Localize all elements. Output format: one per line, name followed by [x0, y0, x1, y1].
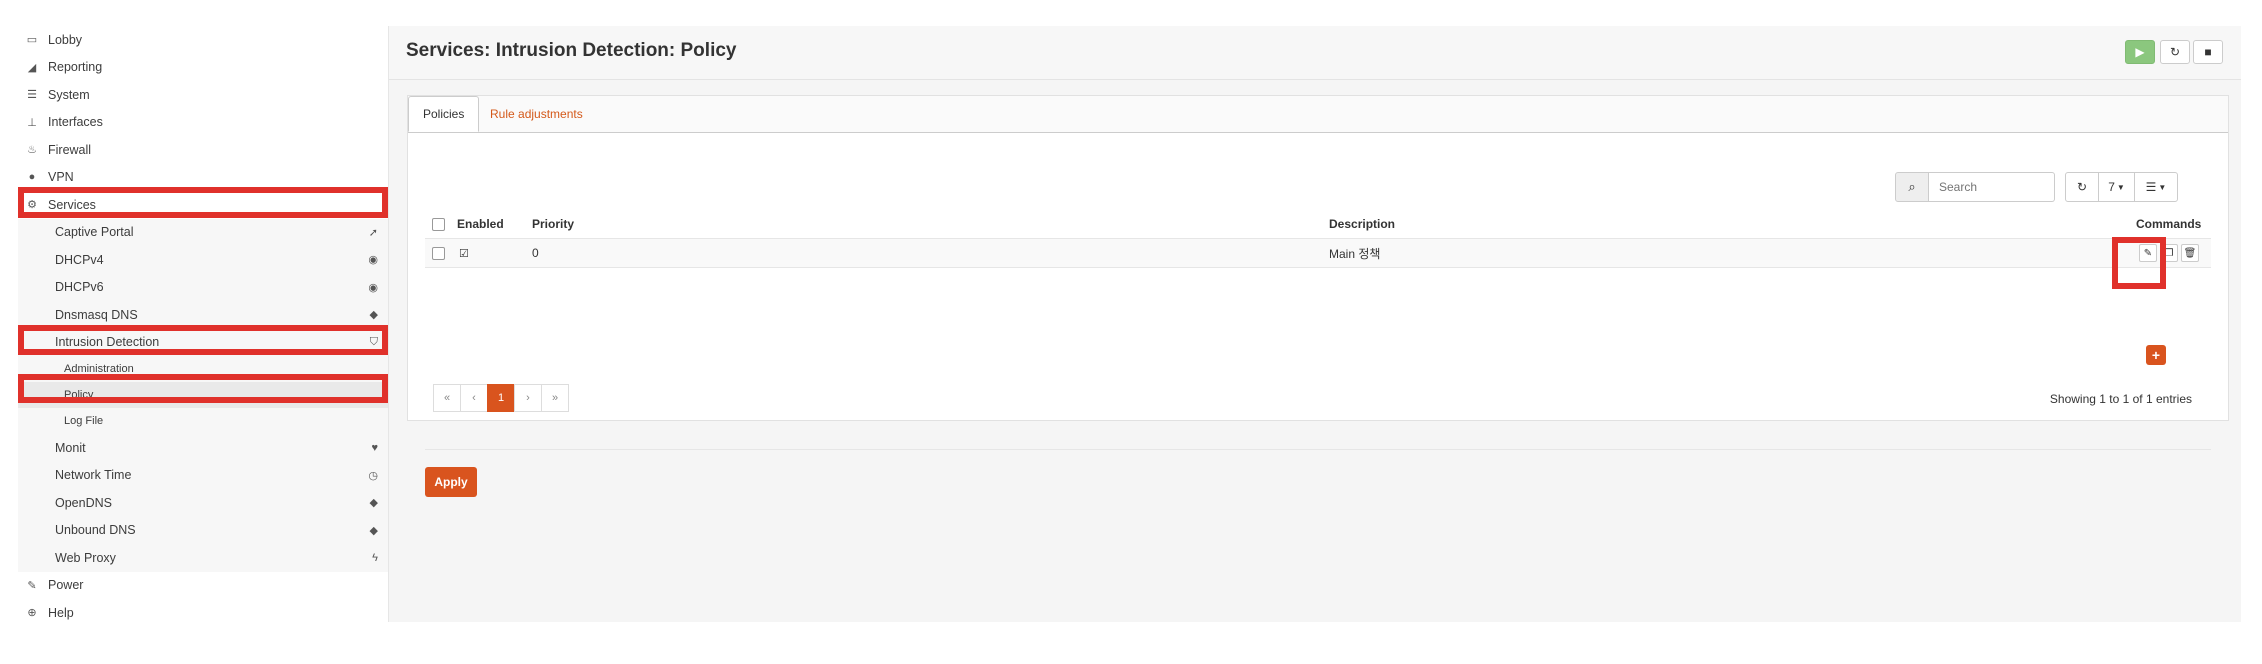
list-icon: ☰: [27, 89, 37, 102]
row-select-checkbox[interactable]: [432, 246, 445, 260]
entries-info: Showing 1 to 1 of 1 entries: [2049, 392, 2192, 406]
table-row[interactable]: ☑ 0 Main 정책 ✎ ❐ 🗑: [425, 239, 2211, 268]
page-header: Services: Intrusion Detection: Policy ▶ …: [389, 26, 2241, 80]
refresh-icon: ↻: [2169, 45, 2181, 59]
globe-icon: ●: [28, 171, 36, 184]
delete-button[interactable]: 🗑: [2181, 244, 2199, 262]
stop-icon: ■: [2204, 45, 2212, 59]
divider: [425, 449, 2211, 450]
tab-bar: Policies Rule adjustments: [408, 96, 2228, 133]
policy-panel: Policies Rule adjustments ⌕ ↻ 7▼ ☰▼ Enab…: [407, 95, 2229, 497]
menu-firewall[interactable]: ♨ Firewall: [18, 136, 388, 164]
page-current[interactable]: 1: [487, 384, 515, 412]
enabled-check-icon[interactable]: ☑: [459, 247, 469, 260]
tab-rule-adjustments[interactable]: Rule adjustments: [476, 96, 597, 132]
col-priority[interactable]: Priority: [532, 217, 574, 231]
menu-dhcpv4[interactable]: DHCPv4 ◉: [18, 246, 388, 274]
area-chart-icon: ◢: [27, 61, 37, 74]
grid-toolbar: ↻ 7 ▼ ☰ ▼: [2065, 172, 2178, 202]
tags-icon: ◆: [369, 309, 378, 322]
menu-web-proxy[interactable]: Web Proxy ϟ: [18, 544, 388, 572]
search-input[interactable]: [1929, 172, 2055, 202]
refresh-icon: ↻: [2076, 180, 2088, 194]
life-ring-icon: ⊕: [27, 607, 37, 620]
paper-plane-icon: ➚: [368, 226, 378, 239]
column-selector-dropdown[interactable]: ☰ ▼: [2134, 172, 2178, 202]
menu-captive-portal[interactable]: Captive Portal ➚: [18, 218, 388, 246]
apply-button[interactable]: Apply: [425, 467, 477, 497]
select-all-checkbox[interactable]: [432, 217, 445, 231]
search-icon: ⌕: [1895, 172, 1929, 202]
menu-help[interactable]: ⊕ Help: [18, 599, 388, 627]
highlight-intrusion-detection: [18, 325, 388, 355]
menu-lobby[interactable]: ▭ Lobby: [18, 26, 388, 54]
highlight-add-button: [2112, 237, 2166, 289]
fire-icon: ♨: [27, 144, 37, 157]
main-panel: Services: Intrusion Detection: Policy ▶ …: [389, 26, 2241, 622]
list-icon: ☰: [2145, 180, 2157, 194]
menu-unbound-dns[interactable]: Unbound DNS ◆: [18, 516, 388, 544]
stop-button[interactable]: ■: [2193, 40, 2223, 64]
refresh-grid-button[interactable]: ↻: [2065, 172, 2099, 202]
page-next[interactable]: ›: [514, 384, 542, 412]
menu-system[interactable]: ☰ System: [18, 81, 388, 109]
page-size-dropdown[interactable]: 7 ▼: [2098, 172, 2135, 202]
trash-icon: 🗑: [2183, 247, 2197, 259]
menu-opendns[interactable]: OpenDNS ◆: [18, 489, 388, 517]
page-last[interactable]: »: [541, 384, 569, 412]
play-icon: ▶: [2135, 45, 2145, 59]
bullseye-icon: ◉: [368, 254, 378, 267]
heartbeat-icon: ♥: [371, 441, 378, 454]
page-prev[interactable]: ‹: [460, 384, 488, 412]
clock-icon: ◷: [368, 469, 378, 482]
highlight-services: [18, 187, 388, 218]
row-description: Main 정책: [1329, 246, 1381, 261]
policy-grid: Enabled Priority Description Commands ☑ …: [425, 210, 2211, 268]
search-group: ⌕: [1895, 172, 2055, 202]
menu-reporting[interactable]: ◢ Reporting: [18, 54, 388, 82]
sitemap-icon: ⊥: [27, 116, 37, 129]
highlight-policy: [18, 374, 388, 403]
row-priority: 0: [532, 246, 539, 260]
caret-down-icon: ▼: [2158, 182, 2167, 192]
tags-icon: ◆: [369, 524, 378, 537]
col-commands: Commands: [2136, 217, 2202, 231]
restart-button[interactable]: ↻: [2160, 40, 2190, 64]
col-description[interactable]: Description: [1329, 217, 1395, 231]
laptop-icon: ▭: [26, 34, 38, 47]
grid-header: Enabled Priority Description Commands: [425, 210, 2211, 239]
bullseye-icon: ◉: [368, 281, 378, 294]
page-title: Services: Intrusion Detection: Policy: [406, 40, 737, 61]
tab-policies[interactable]: Policies: [408, 96, 480, 132]
pagination: « ‹ 1 › »: [433, 384, 569, 412]
menu-monit[interactable]: Monit ♥: [18, 434, 388, 462]
start-button[interactable]: ▶: [2125, 40, 2155, 64]
caret-down-icon: ▼: [2116, 182, 2125, 192]
plus-icon: +: [2151, 347, 2161, 363]
menu-dhcpv6[interactable]: DHCPv6 ◉: [18, 273, 388, 301]
menu-power[interactable]: ✎ Power: [18, 572, 388, 600]
sidebar: ▭ Lobby ◢ Reporting ☰ System ⊥ Interfaces ♨ F…: [0, 0, 388, 622]
plug-icon: ✎: [27, 579, 37, 592]
menu-log-file[interactable]: Log File: [18, 408, 388, 434]
tags-icon: ◆: [369, 497, 378, 510]
bolt-icon: ϟ: [372, 551, 378, 564]
add-button[interactable]: +: [2146, 345, 2166, 365]
menu-network-time[interactable]: Network Time ◷: [18, 461, 388, 489]
page-first[interactable]: «: [433, 384, 461, 412]
col-enabled[interactable]: Enabled: [457, 217, 504, 231]
menu-interfaces[interactable]: ⊥ Interfaces: [18, 109, 388, 137]
